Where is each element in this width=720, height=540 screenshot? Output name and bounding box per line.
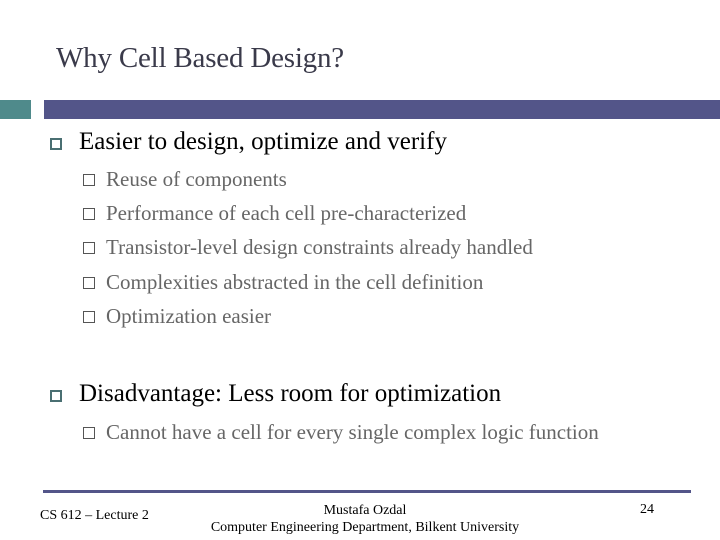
square-bullet-icon (83, 277, 95, 289)
slide-title: Why Cell Based Design? (56, 42, 344, 74)
bullet-text: Easier to design, optimize and verify (79, 128, 447, 155)
square-bullet-icon (83, 311, 95, 323)
footer-affiliation: Computer Engineering Department, Bilkent… (210, 520, 520, 535)
sub-bullet-text: Performance of each cell pre-characteriz… (106, 201, 467, 225)
sub-bullet-text: Transistor-level design constraints alre… (106, 235, 533, 259)
title-accent-bar-left (0, 100, 31, 119)
square-bullet-icon (50, 390, 62, 402)
square-bullet-icon (83, 427, 95, 439)
bullet-text: Disadvantage: Less room for optimization (79, 380, 502, 407)
sub-bullet-text: Cannot have a cell for every single comp… (106, 420, 599, 444)
square-bullet-icon (83, 242, 95, 254)
title-accent-bar-right (44, 100, 720, 119)
square-bullet-icon (50, 138, 62, 150)
square-bullet-icon (83, 174, 95, 186)
sub-bullet-text: Reuse of components (106, 167, 287, 191)
sub-bullet-text: Optimization easier (106, 304, 272, 328)
square-bullet-icon (83, 208, 95, 220)
page-number: 24 (640, 502, 654, 517)
footer-course: CS 612 – Lecture 2 (40, 508, 149, 523)
footer-divider (43, 490, 691, 493)
footer-author: Mustafa Ozdal (323, 503, 407, 518)
footer-author-block: Mustafa Ozdal Computer Engineering Depar… (200, 502, 530, 536)
sub-bullet-text: Complexities abstracted in the cell defi… (106, 270, 484, 294)
